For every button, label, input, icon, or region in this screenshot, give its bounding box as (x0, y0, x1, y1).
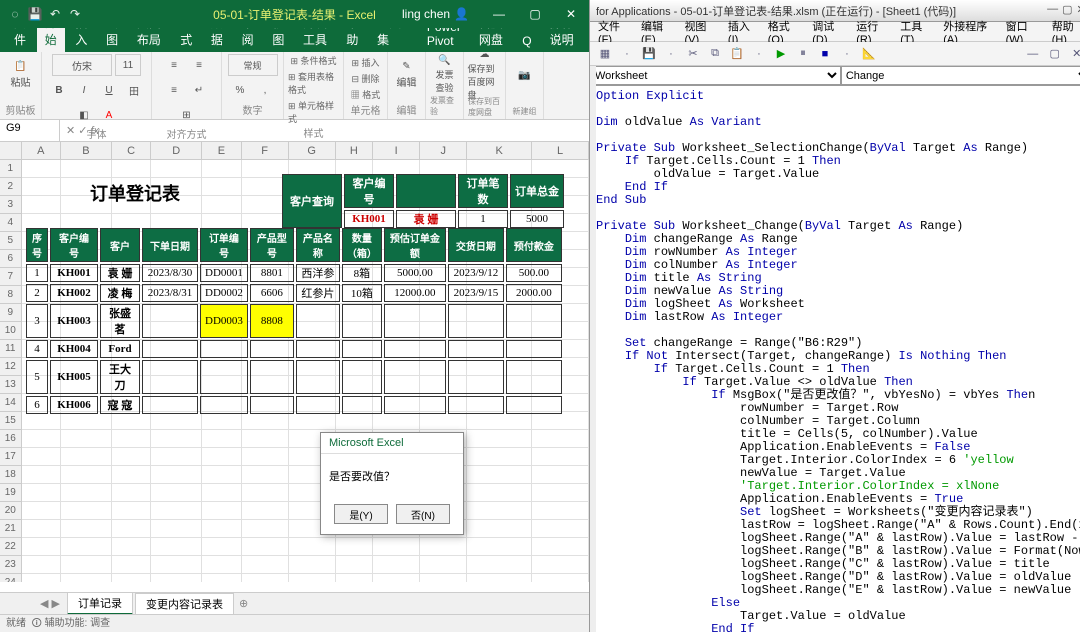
close-icon[interactable]: ✕ (553, 0, 589, 28)
accessibility-icon: 🛈 (32, 618, 42, 629)
sheet-title: 订单登记表 (90, 180, 180, 206)
edit-button[interactable]: ✎编辑 (390, 54, 424, 96)
excel-window: ◌ 💾 ↶ ↷ 05-01-订单登记表-结果 - Excel ling chen… (0, 0, 590, 632)
vba-max-icon[interactable]: ▢ (1062, 3, 1072, 18)
italic-icon[interactable]: I (73, 79, 95, 101)
msgbox-dialog: Microsoft Excel 是否要改值？ 是(Y) 否(N) (320, 432, 464, 535)
border-icon[interactable]: 田 (123, 79, 145, 101)
file-name: 05-01-订单登记表-结果 - Excel (213, 6, 376, 23)
formula-bar: G9 ✕ ✓ fx (0, 120, 589, 142)
fx-icon[interactable]: ✕ ✓ fx (66, 124, 99, 137)
maximize-icon[interactable]: ▢ (517, 0, 553, 28)
procedure-combo[interactable]: Change (841, 66, 1080, 85)
insert-cells[interactable]: ⊞ 插入 (351, 56, 379, 69)
cond-format[interactable]: ⊞ 条件格式 (290, 54, 336, 67)
vba-min-icon[interactable]: — (1047, 3, 1058, 18)
ribbon-tab[interactable]: Q (514, 30, 539, 52)
camera-button[interactable]: 📷 (508, 54, 542, 96)
object-combo[interactable]: Worksheet (590, 66, 841, 85)
name-box[interactable]: G9 (0, 120, 60, 141)
sheet-tab-changelog[interactable]: 变更内容记录表 (135, 593, 234, 615)
dialog-yes-button[interactable]: 是(Y) (334, 504, 388, 524)
align-right-icon[interactable]: ≡ (163, 79, 185, 101)
vba-inner-max-icon[interactable]: ▢ (1046, 45, 1064, 63)
excel-titlebar: ◌ 💾 ↶ ↷ 05-01-订单登记表-结果 - Excel ling chen… (0, 0, 589, 28)
ribbon-body: 📋粘贴剪贴板 仿宋11BIU田◧A字体 ≡≡≡↵⊞对齐方式 常规%,数字 ⊞ 条… (0, 52, 589, 120)
vba-close-icon[interactable]: ✕ (1076, 3, 1080, 18)
lookup-table: 客户查询 客户编号订单笔数订单总金 KH001袁 姗15000 (280, 172, 566, 230)
format-cells[interactable]: ▦ 格式 (351, 88, 381, 101)
underline-icon[interactable]: U (98, 79, 120, 101)
vba-inner-close-icon[interactable]: ✕ (1068, 45, 1080, 63)
redo-icon[interactable]: ↷ (66, 5, 84, 23)
dialog-message: 是否要改值？ (321, 454, 463, 498)
save-icon[interactable]: 💾 (26, 5, 44, 23)
sheet-tab-orders[interactable]: 订单记录 (67, 592, 133, 615)
cut-icon: ✂ (684, 45, 702, 63)
reset-icon: ■ (816, 45, 834, 63)
font-name-select[interactable]: 仿宋 (52, 54, 112, 76)
paste-button[interactable]: 📋粘贴 (4, 54, 38, 96)
vba-toolbar[interactable]: ▦·💾·✂⧉📋·▶⏸■·📐 —▢✕ (590, 42, 1080, 66)
run-icon: ▶ (772, 45, 790, 63)
worksheet-grid[interactable]: ABCDEFGHIJKL 123456789101112131415161718… (0, 142, 589, 582)
number-format[interactable]: 常规 (228, 54, 278, 76)
autosave-icon[interactable]: ◌ (6, 5, 24, 23)
bold-icon[interactable]: B (48, 79, 70, 101)
percent-icon[interactable]: % (229, 80, 251, 102)
table-format[interactable]: ⊞ 套用表格格式 (288, 70, 339, 96)
save-icon: 💾 (640, 45, 658, 63)
orders-table[interactable]: 序号客户编号客户下单日期订单编号产品型号产品名称数量（箱）预估订单金额交货日期预… (24, 226, 564, 416)
code-editor[interactable]: Option Explicit Dim oldValue As Variant … (590, 86, 1080, 632)
add-sheet-icon[interactable]: ⊕ (239, 597, 248, 610)
baidu-button[interactable]: ☁保存到百度网盘 (468, 54, 502, 96)
vba-combo-row: Worksheet Change (590, 66, 1080, 86)
ribbon-tabs: 文件开始插入绘图页面布局公式数据审阅视图开发工具帮助PDF工具集Power Pi… (0, 28, 589, 52)
status-bar: 就绪 🛈 辅助功能: 调查 (0, 614, 589, 632)
undo-icon[interactable]: ↶ (46, 5, 64, 23)
align-left-icon[interactable]: ≡ (163, 54, 185, 76)
wrap-icon[interactable]: ↵ (188, 79, 210, 101)
copy-icon: ⧉ (706, 45, 724, 63)
user-account[interactable]: ling chen👤 (402, 7, 469, 21)
invoice-button[interactable]: 🔍发票查验 (428, 54, 462, 95)
view-icon: ▦ (596, 45, 614, 63)
user-avatar-icon: 👤 (454, 7, 469, 21)
delete-cells[interactable]: ⊟ 删除 (351, 72, 379, 85)
design-icon: 📐 (860, 45, 878, 63)
vba-menu[interactable]: 文件(F)编辑(E)视图(V)插入(I)格式(O)调试(D)运行(R)工具(T)… (590, 22, 1080, 42)
vba-inner-min-icon[interactable]: — (1024, 45, 1042, 63)
comma-icon[interactable]: , (254, 80, 276, 102)
vba-window: for Applications - 05-01-订单登记表-结果.xlsm (… (590, 0, 1080, 632)
align-center-icon[interactable]: ≡ (188, 54, 210, 76)
minimize-icon[interactable]: — (481, 0, 517, 28)
lookup-label: 客户查询 (282, 174, 342, 228)
dialog-title: Microsoft Excel (321, 433, 463, 454)
dialog-no-button[interactable]: 否(N) (396, 504, 450, 524)
break-icon: ⏸ (794, 45, 812, 63)
font-size-select[interactable]: 11 (115, 54, 141, 76)
paste-icon: 📋 (728, 45, 746, 63)
sheet-tabs: ◀ ▶ 订单记录 变更内容记录表 ⊕ (0, 592, 589, 614)
